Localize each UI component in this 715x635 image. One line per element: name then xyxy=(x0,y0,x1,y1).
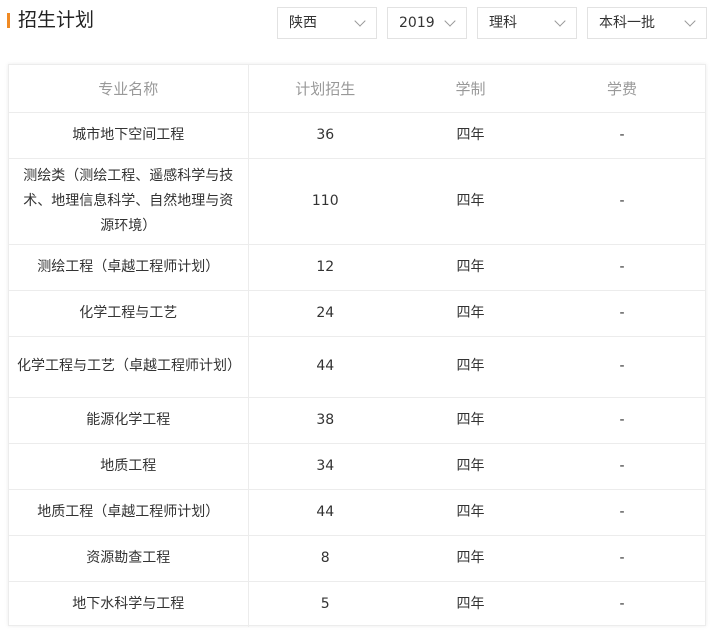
cell-quota: 24 xyxy=(248,290,402,337)
cell-tuition: - xyxy=(539,489,705,536)
cell-duration: 四年 xyxy=(402,397,539,444)
page-header: 招生计划 陕西 2019 理科 本科一批 xyxy=(0,0,715,48)
column-header-tuition: 学费 xyxy=(539,65,705,113)
cell-tuition: - xyxy=(539,158,705,245)
cell-major: 地下水科学与工程 xyxy=(9,581,249,627)
cell-quota: 44 xyxy=(248,489,402,536)
table-header-row: 专业名称 计划招生 学制 学费 xyxy=(9,65,705,113)
cell-quota: 44 xyxy=(248,336,402,398)
year-select-value: 2019 xyxy=(399,15,435,31)
cell-major: 地质工程 xyxy=(9,443,249,490)
table-row: 资源勘查工程 8 四年 - xyxy=(9,535,705,582)
cell-major: 化学工程与工艺（卓越工程师计划） xyxy=(9,336,249,398)
cell-tuition: - xyxy=(539,112,705,159)
cell-duration: 四年 xyxy=(402,489,539,536)
cell-major: 测绘类（测绘工程、遥感科学与技术、地理信息科学、自然地理与资源环境） xyxy=(9,158,249,245)
cell-quota: 12 xyxy=(248,244,402,291)
title-accent-bar xyxy=(7,13,10,28)
batch-select-value: 本科一批 xyxy=(599,15,655,31)
cell-major: 城市地下空间工程 xyxy=(9,112,249,159)
column-header-duration: 学制 xyxy=(402,65,539,113)
cell-duration: 四年 xyxy=(456,595,485,612)
province-select[interactable]: 陕西 xyxy=(277,7,377,39)
subject-select[interactable]: 理科 xyxy=(477,7,577,39)
chevron-down-icon xyxy=(554,15,566,27)
cell-duration: 四年 xyxy=(402,158,539,245)
year-select[interactable]: 2019 xyxy=(387,7,467,39)
province-select-value: 陕西 xyxy=(289,15,317,31)
subject-select-value: 理科 xyxy=(489,15,517,31)
chevron-down-icon xyxy=(684,15,696,27)
cell-tuition: - xyxy=(539,535,705,582)
table-row: 地质工程 34 四年 - xyxy=(9,443,705,490)
column-header-major: 专业名称 xyxy=(9,65,249,113)
cell-duration: 四年 xyxy=(402,535,539,582)
chevron-down-icon xyxy=(354,15,366,27)
cell-duration: 四年 xyxy=(402,290,539,337)
cell-duration: 四年 xyxy=(402,112,539,159)
table-row: 能源化学工程 38 四年 - xyxy=(9,397,705,444)
cell-tuition: - xyxy=(539,397,705,444)
cell-tuition: - xyxy=(539,244,705,291)
cell-major: 资源勘查工程 xyxy=(9,535,249,582)
cell-major: 能源化学工程 xyxy=(9,397,249,444)
batch-select[interactable]: 本科一批 xyxy=(587,7,707,39)
cell-major: 测绘工程（卓越工程师计划） xyxy=(9,244,249,291)
table-row: 地质工程（卓越工程师计划） 44 四年 - xyxy=(9,489,705,536)
table-row: 化学工程与工艺 24 四年 - xyxy=(9,290,705,337)
cell-quota: 110 xyxy=(248,158,402,245)
table-row: 测绘类（测绘工程、遥感科学与技术、地理信息科学、自然地理与资源环境） 110 四… xyxy=(9,158,705,245)
cell-tuition: - xyxy=(539,290,705,337)
cell-tuition: - xyxy=(619,595,625,612)
cell-duration: 四年 xyxy=(402,336,539,398)
cell-quota: 8 xyxy=(248,535,402,582)
chevron-down-icon xyxy=(444,15,456,27)
cell-quota: 36 xyxy=(248,112,402,159)
table-row: 化学工程与工艺（卓越工程师计划） 44 四年 - xyxy=(9,336,705,398)
cell-duration: 四年 xyxy=(402,443,539,490)
cell-quota: 5 xyxy=(320,595,330,612)
cell-quota: 38 xyxy=(248,397,402,444)
table-row: 地下水科学与工程 5 四年 - xyxy=(9,581,705,627)
cell-major: 化学工程与工艺 xyxy=(9,290,249,337)
table-row: 城市地下空间工程 36 四年 - xyxy=(9,112,705,159)
cell-major: 地质工程（卓越工程师计划） xyxy=(9,489,249,536)
table-row: 测绘工程（卓越工程师计划） 12 四年 - xyxy=(9,244,705,291)
cell-quota: 34 xyxy=(248,443,402,490)
column-header-quota: 计划招生 xyxy=(248,65,402,113)
page-title: 招生计划 xyxy=(18,9,95,31)
cell-tuition: - xyxy=(539,443,705,490)
cell-duration: 四年 xyxy=(402,244,539,291)
cell-tuition: - xyxy=(539,336,705,398)
enrollment-plan-table: 专业名称 计划招生 学制 学费 城市地下空间工程 36 四年 - 测绘类（测绘工… xyxy=(8,64,706,627)
